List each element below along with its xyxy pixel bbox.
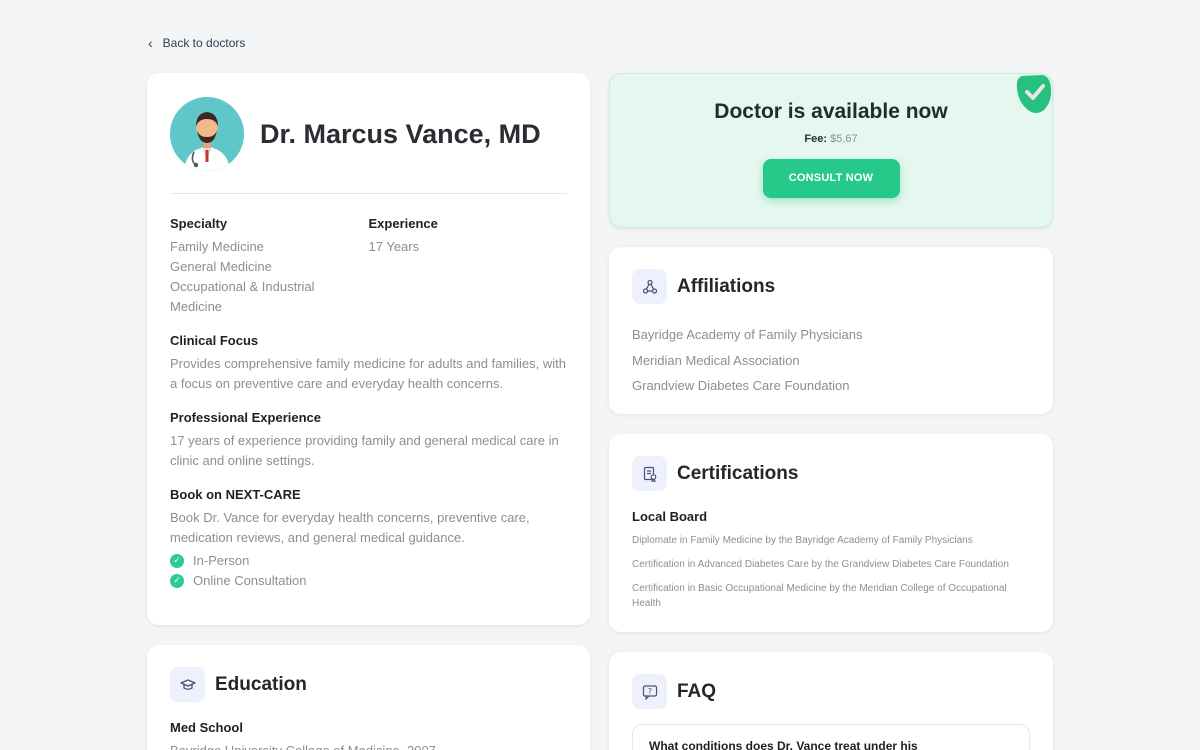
consult-mode-online: ✓ Online Consultation (170, 573, 567, 588)
specialty-item: Occupational & Industrial (170, 279, 315, 294)
network-icon (632, 269, 667, 304)
education-card: Education Med School Bayridge University… (147, 645, 590, 750)
specialty-block: Specialty Family Medicine General Medici… (170, 216, 369, 317)
clinical-focus-section: Clinical Focus Provides comprehensive fa… (170, 333, 567, 394)
consult-mode-in-person: ✓ In-Person (170, 553, 567, 568)
faq-card: ? FAQ What conditions does Dr. Vance tre… (609, 652, 1053, 750)
affiliation-item: Meridian Medical Association (632, 352, 800, 368)
med-school-label: Med School (170, 720, 243, 735)
affiliations-list: Bayridge Academy of Family Physicians Me… (632, 322, 1030, 399)
consult-mode-label: In-Person (193, 553, 250, 568)
check-circle-icon: ✓ (170, 553, 184, 568)
certifications-card: Certifications Local Board Diplomate in … (609, 434, 1053, 632)
certification-item: Diplomate in Family Medicine by the Bayr… (632, 535, 973, 546)
affiliations-card: Affiliations Bayridge Academy of Family … (609, 247, 1053, 414)
certifications-list: Diplomate in Family Medicine by the Bayr… (632, 533, 1030, 611)
verified-badge-icon (1016, 75, 1052, 113)
fee-row: Fee: $5.67 (610, 133, 1052, 145)
faq-question-item[interactable]: What conditions does Dr. Vance treat und… (632, 724, 1030, 750)
graduation-cap-icon (170, 667, 205, 702)
booking-label: Book on NEXT-CARE (170, 487, 301, 502)
availability-title: Doctor is available now (714, 100, 948, 123)
back-to-doctors-link[interactable]: ‹ Back to doctors (148, 36, 245, 50)
certification-item: Certification in Advanced Diabetes Care … (632, 559, 1009, 570)
specialty-item: Family Medicine (170, 239, 264, 254)
profile-card: Dr. Marcus Vance, MD Specialty Family Me… (147, 73, 590, 625)
fee-value: $5.67 (830, 133, 858, 145)
experience-label: Experience (368, 216, 438, 231)
certifications-title-row: Certifications (632, 456, 1030, 491)
booking-section: Book on NEXT-CARE Book Dr. Vance for eve… (170, 487, 567, 588)
consult-mode-label: Online Consultation (193, 573, 307, 588)
local-board-label: Local Board (632, 509, 708, 524)
check-circle-icon: ✓ (170, 573, 184, 588)
specialty-item: Medicine (170, 299, 223, 314)
availability-card: Doctor is available now Fee: $5.67 CONSU… (609, 73, 1053, 228)
clinical-focus-text: Provides comprehensive family medicine f… (170, 356, 566, 391)
chevron-left-icon: ‹ (148, 35, 153, 51)
consult-now-button[interactable]: CONSULT NOW (762, 159, 900, 198)
affiliation-item: Bayridge Academy of Family Physicians (632, 327, 863, 342)
profile-header: Dr. Marcus Vance, MD (170, 97, 567, 194)
specialty-label: Specialty (170, 216, 228, 231)
experience-block: Experience 17 Years (369, 216, 568, 317)
question-bubble-icon: ? (632, 674, 667, 709)
clinical-focus-label: Clinical Focus (170, 333, 259, 348)
professional-experience-text: 17 years of experience providing family … (170, 433, 559, 468)
booking-text: Book Dr. Vance for everyday health conce… (170, 510, 530, 545)
certifications-title: Certifications (677, 462, 799, 484)
affiliation-item: Grandview Diabetes Care Foundation (632, 378, 850, 393)
faq-title: FAQ (677, 680, 717, 702)
education-title: Education (215, 673, 307, 695)
back-link-label: Back to doctors (162, 36, 246, 50)
doctor-avatar (170, 97, 244, 171)
professional-experience-section: Professional Experience 17 years of expe… (170, 410, 567, 471)
specialty-experience-row: Specialty Family Medicine General Medici… (170, 216, 567, 317)
affiliations-title: Affiliations (677, 275, 776, 297)
certificate-icon (632, 456, 667, 491)
professional-experience-label: Professional Experience (170, 410, 322, 425)
doctor-name: Dr. Marcus Vance, MD (260, 118, 541, 149)
specialty-item: General Medicine (170, 259, 272, 274)
faq-title-row: ? FAQ (632, 674, 1030, 709)
svg-text:?: ? (647, 687, 651, 696)
certification-item: Certification in Basic Occupational Medi… (632, 583, 1007, 609)
affiliations-title-row: Affiliations (632, 269, 1030, 304)
education-title-row: Education (170, 667, 567, 702)
fee-label: Fee: (804, 133, 828, 145)
med-school-value: Bayridge University College of Medicine,… (170, 741, 567, 750)
experience-value: 17 Years (368, 239, 420, 254)
